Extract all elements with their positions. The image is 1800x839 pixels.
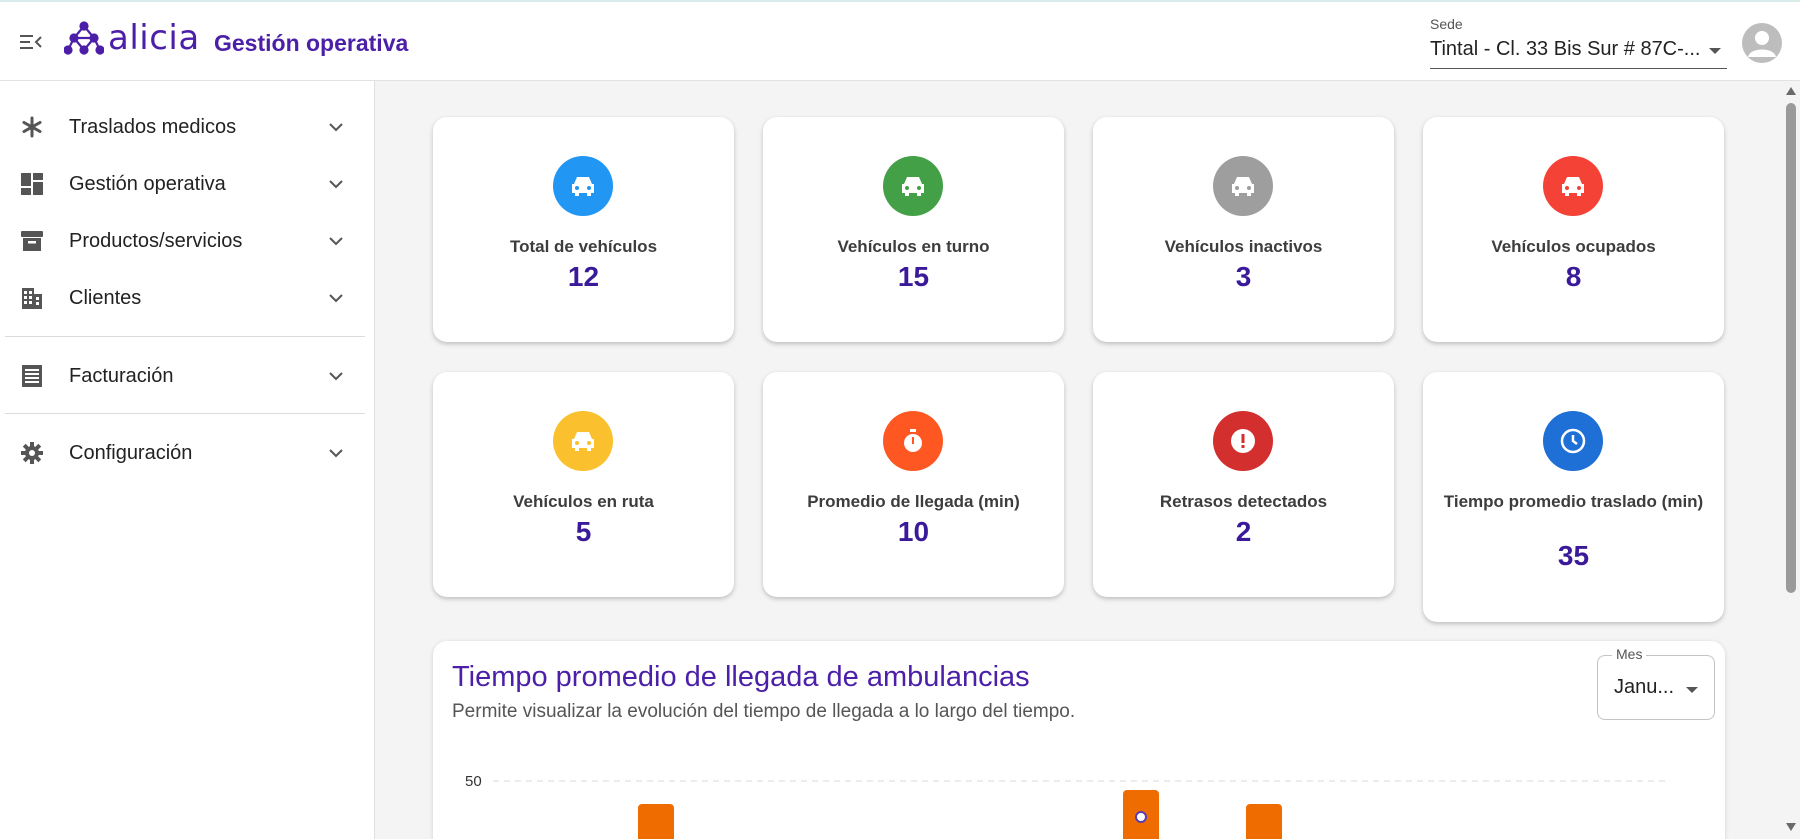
chevron-down-icon [326, 231, 346, 251]
sidebar-item-label: Configuración [69, 442, 193, 464]
sidebar-item-traslados-medicos[interactable]: Traslados medicos [0, 99, 370, 155]
sidebar-item-facturacion[interactable]: Facturación [0, 348, 370, 404]
scroll-thumb[interactable] [1786, 103, 1796, 593]
chart-bar[interactable] [638, 804, 674, 839]
card-icon-circle [1543, 156, 1603, 216]
chevron-down-icon [326, 174, 346, 194]
chart-panel: Tiempo promedio de llegada de ambulancia… [433, 641, 1725, 839]
sidebar-item-productos-servicios[interactable]: Productos/servicios [0, 213, 370, 269]
card-icon-circle [883, 411, 943, 471]
sidebar-item-label: Traslados medicos [69, 116, 237, 138]
gear-icon [20, 441, 44, 465]
card-vehiculos-en-ruta: Vehículos en ruta 5 [433, 372, 734, 597]
chart-bar[interactable] [1246, 804, 1282, 839]
card-title: Vehículos inactivos [1164, 237, 1323, 256]
page-title: Gestión operativa [214, 30, 409, 56]
card-title: Retrasos detectados [1159, 492, 1328, 511]
card-icon-circle [1543, 411, 1603, 471]
card-value: 35 [1557, 540, 1590, 571]
sidebar-item-gestion-operativa[interactable]: Gestión operativa [0, 156, 370, 212]
logo-text: alicia [108, 18, 200, 58]
car-icon [902, 177, 924, 196]
card-title: Total de vehículos [509, 237, 658, 256]
sidebar: Traslados medicos Gestión operativa Prod… [0, 81, 375, 839]
card-icon-circle [1213, 411, 1273, 471]
chevron-down-icon [326, 117, 346, 137]
car-icon [1562, 177, 1584, 196]
dashboard-icon [20, 172, 44, 196]
caret-down-icon [1686, 687, 1698, 693]
sidebar-item-label: Gestión operativa [69, 173, 226, 195]
chevron-down-icon [326, 443, 346, 463]
sidebar-item-label: Facturación [69, 365, 174, 387]
card-value: 12 [567, 261, 600, 292]
card-title: Vehículos en ruta [513, 492, 654, 511]
chart-subtitle: Permite visualizar la evolución del tiem… [452, 701, 1076, 722]
menu-collapse-icon[interactable] [20, 32, 44, 52]
card-total-vehiculos: Total de vehículos 12 [433, 117, 734, 342]
card-icon-circle [553, 411, 613, 471]
card-icon-circle [1213, 156, 1273, 216]
card-value: 2 [1235, 516, 1252, 547]
card-icon-circle [883, 156, 943, 216]
building-icon [20, 286, 44, 310]
alicia-logo[interactable]: alicia [64, 18, 200, 58]
sidebar-divider [5, 336, 365, 337]
sede-value: Tintal - Cl. 33 Bis Sur # 87C-... [1430, 38, 1701, 60]
card-title: Vehículos ocupados [1491, 237, 1656, 256]
arrival-time-chart: 50 [465, 773, 1668, 839]
card-title: Tiempo promedio traslado (min) [1443, 492, 1704, 511]
card-tiempo-promedio-traslado: Tiempo promedio traslado (min) 35 [1423, 372, 1724, 622]
car-icon [572, 177, 594, 196]
card-value: 8 [1565, 261, 1582, 292]
card-value: 10 [897, 516, 930, 547]
month-label: Mes [1612, 646, 1647, 662]
chart-title: Tiempo promedio de llegada de ambulancia… [452, 661, 1030, 693]
page-scrollbar[interactable] [1782, 81, 1800, 839]
month-select[interactable]: Mes Janu... [1597, 646, 1715, 720]
card-value: 3 [1235, 261, 1252, 292]
sidebar-divider [5, 413, 365, 414]
sidebar-item-clientes[interactable]: Clientes [0, 270, 370, 326]
avatar[interactable] [1742, 23, 1782, 63]
y-tick-label: 50 [465, 773, 482, 790]
scroll-down-arrow-icon[interactable] [1786, 823, 1796, 831]
archive-icon [20, 229, 44, 253]
card-retrasos-detectados: Retrasos detectados 2 [1093, 372, 1394, 597]
app-header: alicia Gestión operativa Sede Tintal - C… [0, 0, 1800, 81]
logo-molecule-icon [64, 21, 104, 55]
card-title: Vehículos en turno [837, 237, 990, 256]
car-icon [572, 432, 594, 451]
sede-select[interactable]: Sede Tintal - Cl. 33 Bis Sur # 87C-... [1430, 16, 1727, 69]
alert-icon [1231, 429, 1255, 453]
user-avatar-icon [1748, 31, 1776, 57]
scroll-up-arrow-icon[interactable] [1786, 87, 1796, 95]
month-value: Janu... [1614, 676, 1675, 698]
clock-icon [1560, 428, 1586, 454]
stopwatch-icon [904, 429, 922, 452]
card-icon-circle [553, 156, 613, 216]
card-value: 5 [575, 516, 592, 547]
chart-point[interactable] [1135, 811, 1147, 823]
card-promedio-llegada: Promedio de llegada (min) 10 [763, 372, 1064, 597]
sidebar-item-label: Productos/servicios [69, 230, 243, 252]
card-value: 15 [897, 261, 930, 292]
chevron-down-icon [326, 288, 346, 308]
card-title: Promedio de llegada (min) [807, 492, 1020, 511]
sidebar-item-configuracion[interactable]: Configuración [0, 425, 370, 481]
card-vehiculos-ocupados: Vehículos ocupados 8 [1423, 117, 1724, 342]
sidebar-item-label: Clientes [69, 287, 142, 309]
asterisk-icon [20, 115, 44, 139]
receipt-icon [20, 364, 44, 388]
card-vehiculos-en-turno: Vehículos en turno 15 [763, 117, 1064, 342]
car-icon [1232, 177, 1254, 196]
sede-label: Sede [1430, 16, 1463, 32]
card-vehiculos-inactivos: Vehículos inactivos 3 [1093, 117, 1394, 342]
caret-down-icon [1709, 48, 1721, 54]
chevron-down-icon [326, 366, 346, 386]
